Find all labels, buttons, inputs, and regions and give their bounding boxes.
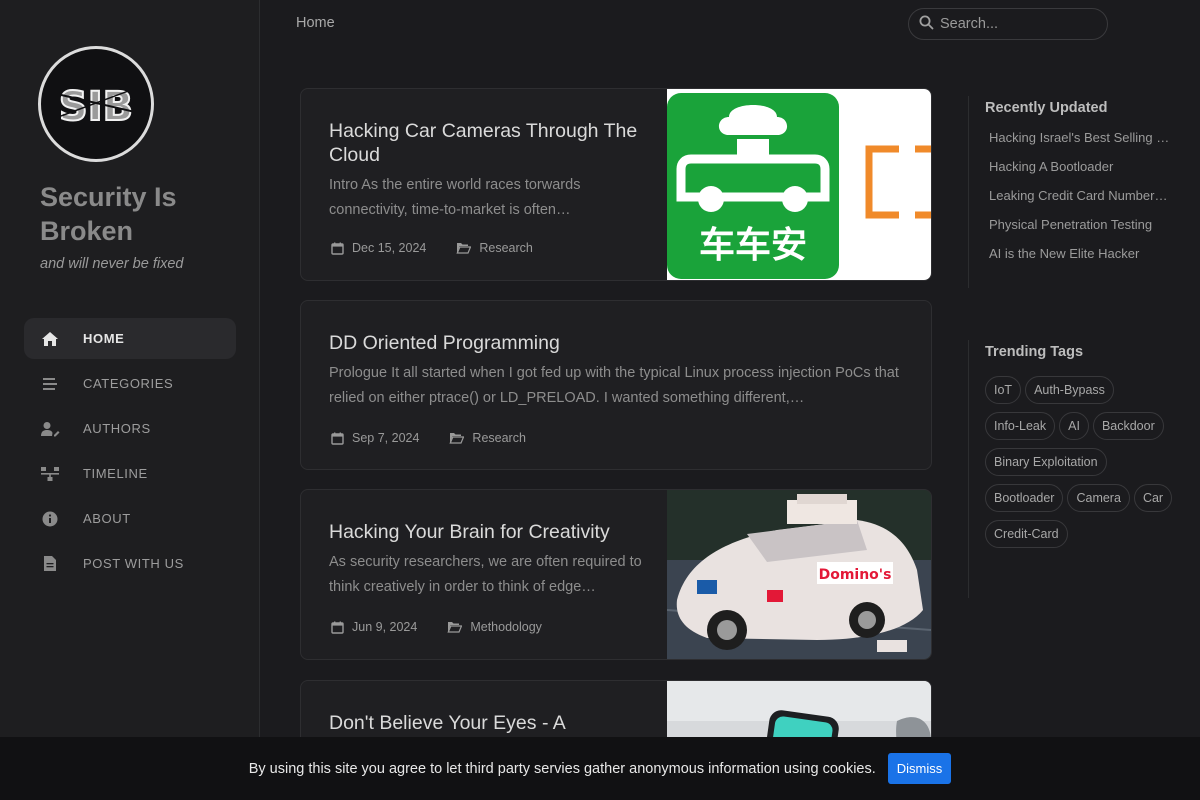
dismiss-button[interactable]: Dismiss <box>887 753 952 784</box>
nav-label: HOME <box>83 331 125 346</box>
nav-item-home[interactable]: HOME <box>24 318 236 359</box>
folder-open-icon <box>447 622 463 633</box>
recent-item[interactable]: AI is the New Elite Hacker <box>985 244 1175 273</box>
tag-cloud: IoT Auth-Bypass Info-Leak AI Backdoor Bi… <box>985 376 1185 556</box>
post-title[interactable]: DD Oriented Programming <box>329 331 889 355</box>
user-edit-icon <box>40 419 60 439</box>
tag-car[interactable]: Car <box>1133 484 1173 512</box>
post-date: Jun 9, 2024 <box>331 620 417 634</box>
calendar-icon <box>331 242 344 255</box>
calendar-icon <box>331 621 344 634</box>
nav-item-authors[interactable]: AUTHORS <box>24 408 236 449</box>
folder-open-icon <box>456 243 472 254</box>
sib-logo-icon: SIB <box>56 83 136 131</box>
svg-text:SIB: SIB <box>59 84 133 130</box>
cookie-text: By using this site you agree to let thir… <box>248 760 876 777</box>
car-camera-app-logo-icon: 车车安 <box>667 89 931 280</box>
tag-iot[interactable]: IoT <box>985 376 1022 404</box>
nav-label: ABOUT <box>83 511 131 526</box>
recently-updated-panel: Recently Updated Hacking Israel's Best S… <box>968 96 1175 288</box>
post-excerpt: As security researchers, we are often re… <box>329 554 642 595</box>
svg-text:Domino's: Domino's <box>819 567 892 583</box>
trending-tags-panel: Trending Tags IoT Auth-Bypass Info-Leak … <box>968 340 1185 598</box>
post-excerpt: Prologue It all started when I got fed u… <box>329 365 899 406</box>
nav-label: POST WITH US <box>83 556 184 571</box>
recent-item[interactable]: Hacking A Bootloader <box>985 157 1175 186</box>
tag-auth-bypass[interactable]: Auth-Bypass <box>1025 376 1114 404</box>
recent-item[interactable]: Hacking Israel's Best Selling … <box>985 128 1175 157</box>
trending-tags-title: Trending Tags <box>985 344 1084 360</box>
search-icon <box>919 15 934 34</box>
recently-updated-list: Hacking Israel's Best Selling … Hacking … <box>985 128 1175 273</box>
folder-open-icon <box>449 433 465 444</box>
post-image[interactable]: 车车安 <box>667 89 931 280</box>
search-box[interactable] <box>908 8 1108 40</box>
post-meta: Dec 15, 2024 Research <box>331 241 563 255</box>
recently-updated-title: Recently Updated <box>985 100 1108 116</box>
tag-camera[interactable]: Camera <box>1067 484 1130 512</box>
search-input[interactable] <box>940 16 1100 32</box>
home-icon <box>40 329 60 349</box>
post-image[interactable]: Domino's <box>667 490 931 659</box>
tag-backdoor[interactable]: Backdoor <box>1092 412 1164 440</box>
post-card-2[interactable]: DD Oriented Programming Prologue It all … <box>300 300 932 470</box>
recent-item[interactable]: Leaking Credit Card Number… <box>985 186 1175 215</box>
tag-bootloader[interactable]: Bootloader <box>985 484 1064 512</box>
post-card-1[interactable]: Hacking Car Cameras Through The Cloud In… <box>300 88 932 281</box>
site-logo-avatar[interactable]: SIB <box>38 46 154 162</box>
nav-label: CATEGORIES <box>83 376 174 391</box>
stream-icon <box>40 374 60 394</box>
nav-item-about[interactable]: ABOUT <box>24 498 236 539</box>
cookie-banner: By using this site you agree to let thir… <box>0 737 1200 800</box>
nav-item-post-with-us[interactable]: POST WITH US <box>24 543 236 584</box>
site-subtitle: and will never be fixed <box>40 256 184 272</box>
post-category[interactable]: Research <box>449 431 526 445</box>
post-category[interactable]: Research <box>456 241 533 255</box>
calendar-icon <box>331 432 344 445</box>
sidebar-nav: HOME CATEGORIES AUTHORS TIMELINE ABOUT P… <box>24 318 236 588</box>
svg-text:车车安: 车车安 <box>699 225 807 266</box>
post-card-3[interactable]: Hacking Your Brain for Creativity As sec… <box>300 489 932 660</box>
post-date: Dec 15, 2024 <box>331 241 426 255</box>
post-excerpt: Intro As the entire world races torwards… <box>329 177 581 218</box>
nav-item-categories[interactable]: CATEGORIES <box>24 363 236 404</box>
tag-ai[interactable]: AI <box>1059 412 1089 440</box>
post-title[interactable]: Hacking Car Cameras Through The Cloud <box>329 119 649 167</box>
post-meta: Sep 7, 2024 Research <box>331 431 556 445</box>
tag-binary-exploitation[interactable]: Binary Exploitation <box>985 448 1107 476</box>
sidebar: SIB Security Is Broken and will never be… <box>0 0 260 800</box>
timeline-icon <box>40 464 60 484</box>
nav-label: AUTHORS <box>83 421 151 436</box>
tag-credit-card[interactable]: Credit-Card <box>985 520 1068 548</box>
post-title[interactable]: Hacking Your Brain for Creativity <box>329 520 649 544</box>
post-category[interactable]: Methodology <box>447 620 542 634</box>
post-date: Sep 7, 2024 <box>331 431 419 445</box>
recent-item[interactable]: Physical Penetration Testing <box>985 215 1175 244</box>
document-icon <box>40 554 60 574</box>
site-title[interactable]: Security Is Broken <box>40 180 240 248</box>
pizza-box-car-image-icon: Domino's <box>667 490 931 659</box>
breadcrumb: Home <box>296 15 335 31</box>
tag-info-leak[interactable]: Info-Leak <box>985 412 1056 440</box>
info-icon <box>40 509 60 529</box>
nav-item-timeline[interactable]: TIMELINE <box>24 453 236 494</box>
post-meta: Jun 9, 2024 Methodology <box>331 620 572 634</box>
nav-label: TIMELINE <box>83 466 148 481</box>
